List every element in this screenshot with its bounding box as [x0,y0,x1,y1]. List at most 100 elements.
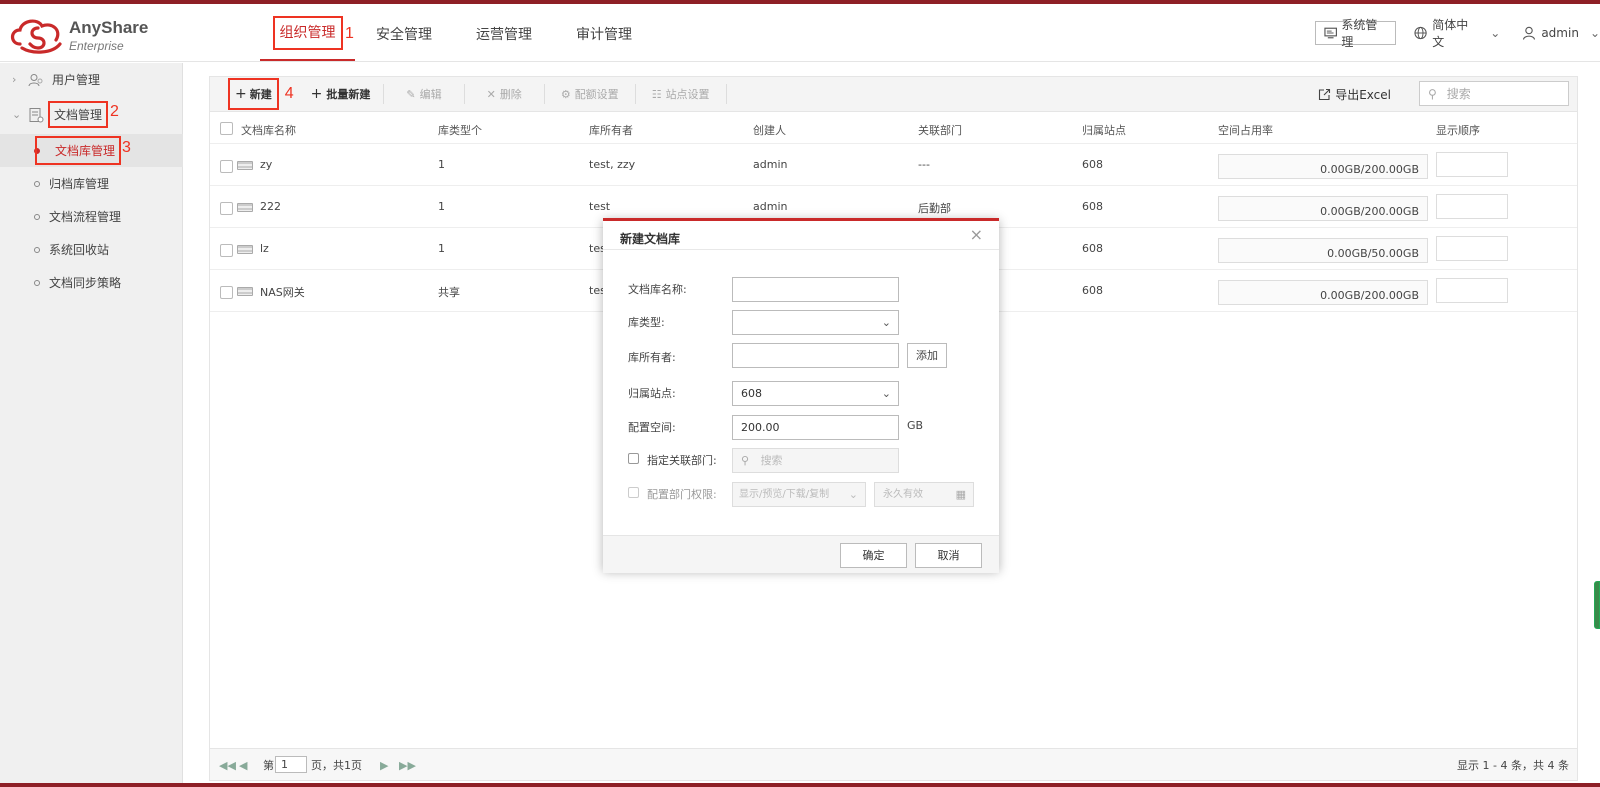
tab-label: 运营管理 [476,27,532,43]
library-icon [237,245,253,254]
space-unit: GB [907,419,924,432]
quota-settings-button[interactable]: ⚙ 配额设置 [545,84,636,104]
language-label: 简体中文 [1432,18,1469,49]
document-icon [29,107,44,122]
plus-icon: + [235,86,247,102]
tab-operations-management[interactable]: 运营管理 [472,4,536,61]
row-checkbox[interactable] [220,244,233,257]
tab-label: 组织管理 [272,16,343,50]
user-icon [1523,26,1536,40]
cell-type: 1 [438,242,445,255]
export-excel-button[interactable]: 导出Excel [1318,86,1391,103]
cell-usage: 0.00GB/50.00GB [1218,238,1428,263]
close-icon[interactable]: × [970,225,983,244]
username: admin [1541,26,1579,40]
tab-label: 安全管理 [376,27,432,43]
search-placeholder: 搜索 [1446,87,1471,101]
brand-name: AnyShare [69,18,149,37]
confirm-button[interactable]: 确定 [840,543,907,568]
system-management-label: 系统管理 [1341,18,1378,49]
chevron-down-icon: ⌄ [881,316,891,329]
chevron-down-icon: ⌄ [1490,26,1501,40]
col-header-dept: 关联部门 [918,124,962,137]
sidebar-group-user-management[interactable]: › 用户管理 [0,63,183,96]
sidebar-item-label: 文档库管理 [35,136,122,165]
cell-type: 共享 [438,286,460,299]
chevron-down-icon: ⌄ [1589,26,1600,40]
row-checkbox[interactable] [220,286,233,299]
cell-order-input[interactable] [1436,194,1508,219]
sidebar-item-archive-management[interactable]: 归档库管理 [0,167,183,200]
library-type-select[interactable]: ⌄ [732,310,899,335]
tab-security-management[interactable]: 安全管理 [372,4,436,61]
first-page-icon[interactable]: ◀◀ [219,759,236,772]
sitemap-icon: ☷ [651,87,662,101]
side-scroll-handle[interactable] [1594,581,1600,629]
col-header-owner: 库所有者 [589,124,633,137]
space-input[interactable]: 200.00 [732,415,899,440]
cancel-button[interactable]: 取消 [915,543,982,568]
row-checkbox[interactable] [220,202,233,215]
assign-dept-label: 指定关联部门: [647,454,717,467]
sidebar-group-document-management[interactable]: ⌄ 文档管理 [0,98,183,131]
new-button[interactable]: + 新建 [228,78,279,110]
search-icon: ⚲ [1428,86,1437,101]
cell-site: 608 [1082,284,1103,297]
dialog-title: 新建文档库 [620,232,681,246]
cell-name: zy [260,158,273,171]
dialog-footer: 确定 取消 [603,535,999,573]
expiry-value: 永久有效 [883,489,923,500]
system-management-button[interactable]: 系统管理 [1315,18,1397,49]
col-header-creator: 创建人 [753,124,786,137]
library-owner-label: 库所有者: [628,351,676,364]
row-checkbox[interactable] [220,160,233,173]
site-select[interactable]: 608 ⌄ [732,381,899,406]
annotation-4: 4 [284,85,294,102]
site-settings-button[interactable]: ☷ 站点设置 [636,84,727,104]
next-page-icon[interactable]: ▶ [380,759,388,772]
prev-page-icon[interactable]: ◀ [239,759,247,772]
library-owner-input[interactable] [732,343,899,368]
dept-permission-checkbox[interactable] [628,487,639,498]
edit-label: 编辑 [419,88,442,101]
permission-select[interactable]: 显示/预览/下载/复制 ⌄ [732,482,866,507]
user-menu[interactable]: admin ⌄ [1522,26,1600,40]
page-number-input[interactable]: 1 [275,756,307,773]
cell-order-input[interactable] [1436,152,1508,177]
cell-order-input[interactable] [1436,278,1508,303]
page-summary: 显示 1 - 4 条，共 4 条 [1457,759,1569,772]
library-icon [237,203,253,212]
delete-button[interactable]: ✕ 删除 [465,84,545,104]
tab-audit-management[interactable]: 审计管理 [572,4,636,61]
search-input[interactable]: ⚲ 搜索 [1419,81,1569,106]
dept-search-input[interactable]: ⚲ 搜索 [732,448,899,473]
export-icon [1319,88,1331,101]
edit-button[interactable]: ✎ 编辑 [384,84,465,104]
language-selector[interactable]: 简体中文 ⌄ [1414,16,1500,50]
sidebar-item-label: 系统回收站 [49,243,110,257]
library-type-label: 库类型: [628,316,665,329]
page-suffix: 页，共1页 [311,759,362,772]
cell-site: 608 [1082,200,1103,213]
library-name-input[interactable] [732,277,899,302]
cell-order-input[interactable] [1436,236,1508,261]
chevron-down-icon: ⌄ [848,488,858,501]
page-prefix: 第 [263,759,274,772]
table-row[interactable]: zy 1 test, zzy admin --- 608 0.00GB/200.… [210,145,1577,186]
sidebar-item-sync-policy[interactable]: 文档同步策略 [0,266,183,299]
calendar-icon: ▦ [955,488,966,501]
expiry-date-input[interactable]: 永久有效 ▦ [874,482,974,507]
sidebar-item-document-workflow[interactable]: 文档流程管理 [0,200,183,233]
add-owner-button[interactable]: 添加 [907,343,947,368]
sidebar-item-recycle-bin[interactable]: 系统回收站 [0,233,183,266]
select-all-checkbox[interactable] [220,122,233,135]
delete-label: 删除 [499,88,522,101]
gear-icon: ⚙ [560,87,571,101]
last-page-icon[interactable]: ▶▶ [399,759,416,772]
assign-dept-checkbox[interactable] [628,453,639,464]
sidebar-group-label: 用户管理 [52,73,101,87]
app-header: AnyShare Enterprise 组织管理 1 安全管理 运营管理 审计管… [0,4,1600,62]
sidebar-item-library-management[interactable]: 文档库管理 [0,134,183,167]
tab-org-management[interactable]: 组织管理 [260,4,355,61]
batch-new-button[interactable]: + 批量新建 [298,84,385,104]
